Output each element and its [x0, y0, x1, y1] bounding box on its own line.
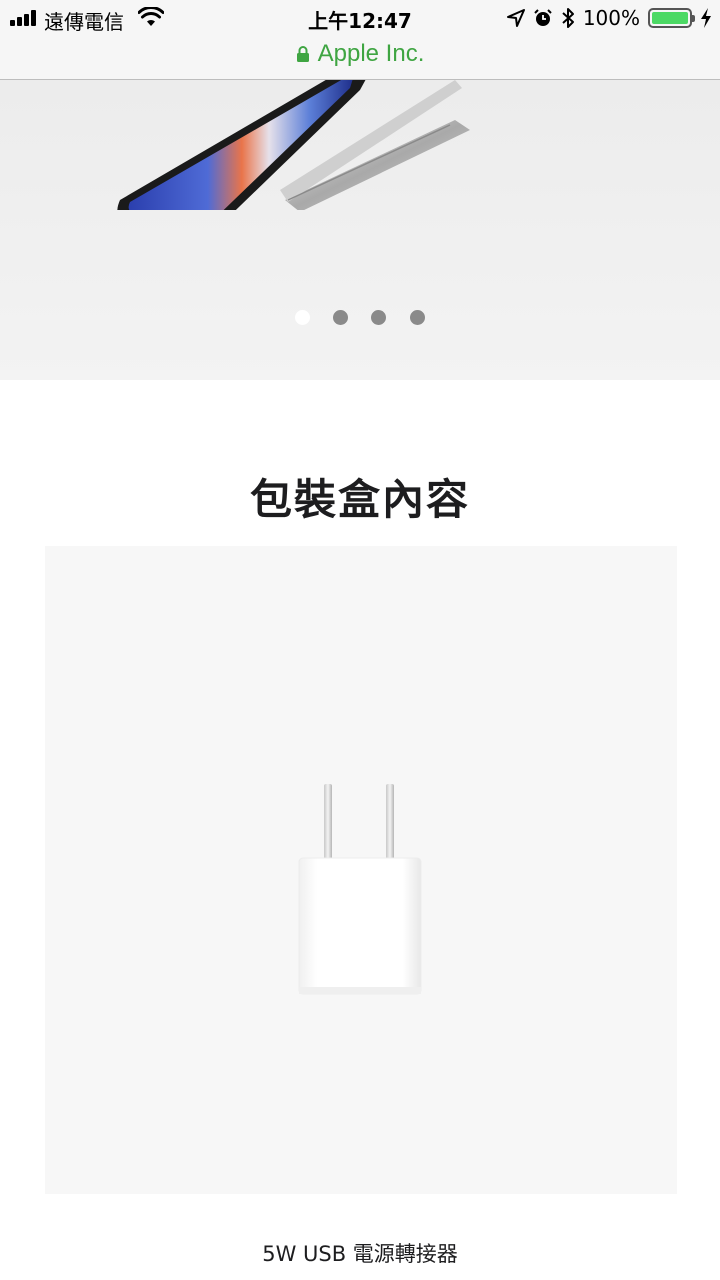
iphone-product-image — [117, 80, 470, 210]
url-site-name[interactable]: Apple Inc. — [318, 40, 425, 68]
charging-icon — [701, 8, 711, 28]
carousel-pagination[interactable] — [0, 310, 720, 326]
status-right-icons: 100% — [506, 6, 712, 30]
carousel-dot[interactable] — [410, 310, 425, 325]
section-title: 包裝盒內容 — [249, 475, 470, 524]
battery-icon — [648, 8, 695, 28]
lock-icon — [296, 46, 309, 62]
status-bar: 遠傳電信 上午12:47 100% — [0, 0, 720, 36]
usb-power-adapter-image — [298, 784, 422, 995]
hero-carousel[interactable] — [0, 80, 720, 380]
alarm-icon — [534, 9, 552, 26]
browser-top-bar: 遠傳電信 上午12:47 100% Apple Inc. — [0, 0, 720, 80]
battery-percent: 100% — [582, 6, 640, 30]
product-image-panel — [45, 546, 677, 1194]
location-icon — [506, 9, 525, 27]
carousel-dot[interactable] — [371, 310, 386, 325]
url-bar[interactable]: Apple Inc. — [0, 36, 720, 72]
carousel-dot[interactable] — [295, 310, 310, 325]
bluetooth-icon — [562, 8, 574, 28]
product-caption: 5W USB 電源轉接器 — [262, 1242, 458, 1266]
carousel-dot[interactable] — [333, 310, 348, 325]
